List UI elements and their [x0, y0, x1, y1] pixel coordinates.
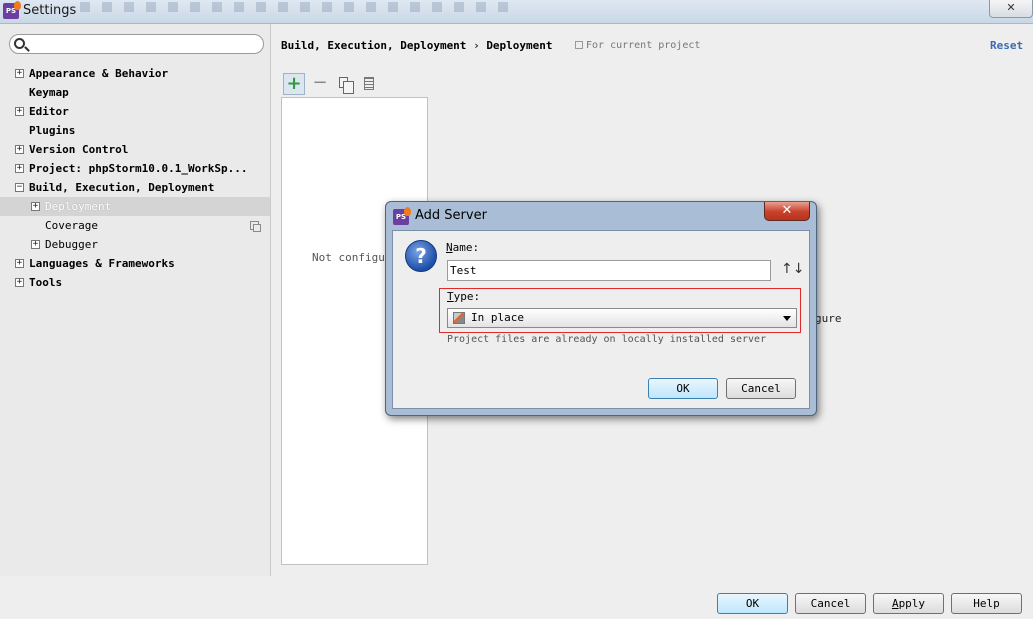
- empty-list-text: Not configur: [312, 251, 392, 264]
- window-close-button[interactable]: ✕: [989, 0, 1033, 18]
- settings-sidebar: + Appearance & Behavior Keymap + Editor …: [0, 24, 271, 576]
- tree-item-label: Plugins: [29, 124, 76, 137]
- tree-item-label: Debugger: [45, 238, 98, 251]
- tree-item-label: Appearance & Behavior: [29, 67, 169, 80]
- tree-item-deployment[interactable]: + Deployment: [0, 197, 270, 216]
- ok-button[interactable]: OK: [717, 593, 788, 614]
- add-server-dialog: PS Add Server ✕ ? Name: ↑↓ Type: In plac…: [385, 201, 817, 416]
- remove-server-button[interactable]: −: [309, 73, 331, 95]
- tree-item-editor[interactable]: + Editor: [0, 102, 270, 121]
- window-title: Settings: [23, 3, 77, 18]
- reset-link[interactable]: Reset: [990, 38, 1023, 54]
- tree-item-build-execution-deployment[interactable]: − Build, Execution, Deployment: [0, 178, 270, 197]
- expand-icon[interactable]: +: [15, 278, 24, 287]
- tree-item-project[interactable]: + Project: phpStorm10.0.1_WorkSp...: [0, 159, 270, 178]
- collapse-icon[interactable]: −: [15, 183, 24, 192]
- project-scope-note: For current project: [575, 38, 700, 54]
- phpstorm-icon: PS: [393, 207, 411, 225]
- project-scope-label: For current project: [586, 40, 701, 51]
- expand-icon[interactable]: +: [15, 69, 24, 78]
- copy-icon: [339, 77, 354, 94]
- tree-item-appearance[interactable]: + Appearance & Behavior: [0, 64, 270, 83]
- tree-item-label: Tools: [29, 276, 63, 289]
- tree-item-label: Project: phpStorm10.0.1_WorkSp...: [29, 162, 248, 175]
- type-group: Type: In place: [439, 288, 801, 333]
- server-type-value: In place: [471, 311, 524, 324]
- tree-item-label: Keymap: [29, 86, 69, 99]
- server-type-description: Project files are already on locally ins…: [447, 334, 767, 345]
- breadcrumb-separator: ›: [473, 39, 480, 52]
- expand-icon[interactable]: +: [15, 107, 24, 116]
- cancel-button[interactable]: Cancel: [795, 593, 866, 614]
- expand-icon[interactable]: +: [31, 240, 40, 249]
- dialog-cancel-button[interactable]: Cancel: [726, 378, 796, 399]
- dialog-close-button[interactable]: ✕: [764, 202, 810, 221]
- in-place-server-icon: [453, 312, 465, 324]
- dialog-body: ? Name: ↑↓ Type: In place Project files …: [392, 230, 810, 409]
- expand-icon[interactable]: +: [31, 202, 40, 211]
- use-as-default-button[interactable]: [358, 73, 380, 95]
- tree-item-plugins[interactable]: Plugins: [0, 121, 270, 140]
- tree-item-version-control[interactable]: + Version Control: [0, 140, 270, 159]
- tree-item-label: Version Control: [29, 143, 129, 156]
- tree-item-label: Languages & Frameworks: [29, 257, 175, 270]
- dialog-titlebar: PS Add Server ✕: [386, 202, 816, 230]
- tree-item-tools[interactable]: + Tools: [0, 273, 270, 292]
- tree-item-coverage[interactable]: Coverage: [0, 216, 270, 235]
- dialog-ok-button[interactable]: OK: [648, 378, 718, 399]
- expand-icon[interactable]: +: [15, 164, 24, 173]
- name-label: Name:: [446, 241, 480, 254]
- phpstorm-icon: PS: [3, 1, 21, 19]
- tree-item-label: Editor: [29, 105, 69, 118]
- breadcrumb: Build, Execution, Deployment › Deploymen…: [281, 38, 553, 54]
- tree-item-keymap[interactable]: Keymap: [0, 83, 270, 102]
- question-icon: ?: [405, 240, 437, 272]
- server-type-select[interactable]: In place: [447, 308, 797, 328]
- default-server-icon: [364, 77, 374, 90]
- tree-item-debugger[interactable]: + Debugger: [0, 235, 270, 254]
- project-scope-icon: [575, 41, 583, 49]
- server-name-input[interactable]: [447, 260, 771, 281]
- window-titlebar: PS Settings ✕: [0, 0, 1033, 24]
- dialog-title: Add Server: [415, 208, 487, 223]
- settings-search[interactable]: [9, 34, 264, 54]
- search-input[interactable]: [30, 36, 258, 52]
- type-label: Type:: [447, 290, 481, 303]
- apply-button[interactable]: Apply: [873, 593, 944, 614]
- sort-icon[interactable]: ↑↓: [781, 261, 804, 277]
- add-server-button[interactable]: +: [283, 73, 305, 95]
- help-button[interactable]: Help: [951, 593, 1022, 614]
- expand-icon[interactable]: +: [15, 145, 24, 154]
- expand-icon[interactable]: +: [15, 259, 24, 268]
- chevron-down-icon: [783, 316, 791, 321]
- background-toolbar: [80, 2, 520, 12]
- tree-item-languages-frameworks[interactable]: + Languages & Frameworks: [0, 254, 270, 273]
- tree-item-label: Build, Execution, Deployment: [29, 181, 215, 194]
- breadcrumb-parent: Build, Execution, Deployment: [281, 39, 467, 52]
- tree-item-label: Deployment: [45, 200, 112, 213]
- project-scope-icon: [250, 221, 261, 232]
- configure-hint-text: gure: [815, 312, 842, 325]
- search-icon: [14, 38, 25, 49]
- breadcrumb-current: Deployment: [486, 39, 553, 52]
- tree-item-label: Coverage: [45, 219, 98, 232]
- copy-server-button[interactable]: [333, 73, 355, 95]
